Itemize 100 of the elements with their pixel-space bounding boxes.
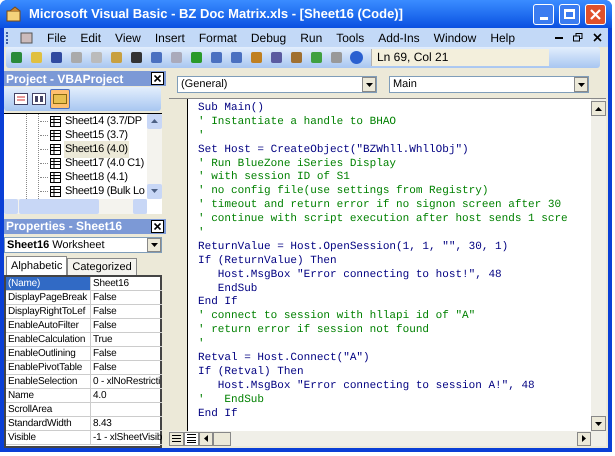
property-name[interactable]: (Name)	[6, 276, 91, 291]
menu-item[interactable]: File	[40, 28, 74, 46]
right-arrow-icon	[582, 435, 586, 442]
property-value[interactable]: True	[91, 332, 162, 347]
worksheet-icon	[50, 158, 62, 170]
vertical-scrollbar[interactable]	[147, 114, 162, 199]
property-name[interactable]: EnableCalculation	[6, 332, 91, 347]
tree-item[interactable]: Sheet14 (3.7/DP	[64, 114, 143, 130]
scroll-up-button[interactable]	[591, 101, 606, 116]
close-button[interactable]	[151, 220, 164, 233]
code-line: Host.MsgBox "Error connecting to session A!", 48	[216, 380, 536, 394]
procedure-view-button[interactable]	[169, 432, 184, 446]
property-name[interactable]: DisplayPageBreak	[6, 290, 91, 305]
scroll-up-button[interactable]	[147, 114, 162, 129]
property-name[interactable]: EnableSelection	[6, 374, 91, 389]
up-arrow-icon	[595, 106, 602, 110]
tab[interactable]: Alphabetic	[6, 256, 68, 275]
horizontal-scrollbar[interactable]	[4, 198, 147, 214]
object-dropdown[interactable]: (General)	[177, 76, 377, 93]
scroll-down-button[interactable]	[591, 416, 606, 431]
code-comment: ' EndSub	[198, 394, 266, 408]
code-comment: '	[198, 130, 206, 144]
menu-item[interactable]: Edit	[73, 28, 108, 46]
property-name[interactable]: EnableOutlining	[6, 346, 91, 361]
minimize-icon[interactable]	[555, 36, 563, 38]
menu-item[interactable]: Add-Ins	[371, 28, 427, 46]
menu-item[interactable]: Run	[293, 28, 330, 46]
code-line: Sub Main()	[198, 102, 266, 116]
property-name[interactable]: ScrollArea	[6, 402, 91, 417]
property-value[interactable]: 0 - xlNoRestricti	[91, 374, 162, 389]
property-value[interactable]: False	[91, 346, 162, 361]
close-icon[interactable]	[593, 33, 602, 42]
code-line: End If	[198, 408, 239, 422]
maximize-button[interactable]	[559, 4, 580, 24]
menu-item[interactable]: Help	[483, 28, 522, 46]
tree-item[interactable]: Sheet16 (4.0)	[64, 141, 129, 158]
code-line: Retval = Host.Connect("A")	[198, 352, 371, 366]
tree-item[interactable]: Sheet15 (3.7)	[64, 127, 129, 144]
scroll-thumb[interactable]	[213, 432, 231, 446]
property-value[interactable]: 4.0	[91, 388, 162, 403]
scroll-left-button[interactable]	[199, 432, 213, 446]
code-line: End If	[198, 296, 239, 310]
property-value[interactable]: False	[91, 318, 162, 333]
property-name[interactable]: EnableAutoFilter	[6, 318, 91, 333]
position-display: Ln 69, Col 21	[371, 49, 549, 66]
scroll-right-button[interactable]	[577, 432, 591, 446]
restore-icon[interactable]	[573, 33, 583, 42]
code-comment: ' with session ID of S1	[198, 171, 351, 185]
scroll-thumb[interactable]	[19, 198, 99, 214]
code-comment: ' no config file(use settings from Registry)	[198, 185, 490, 199]
view-object-icon[interactable]	[32, 92, 46, 105]
property-value[interactable]: False	[91, 304, 162, 319]
tree-item[interactable]: Sheet17 (4.0 C1)	[64, 155, 145, 172]
code-line: EndSub	[216, 282, 258, 296]
menu-item[interactable]: Debug	[244, 28, 294, 46]
code-comment: ' continue with script execution after host sends 1 scre	[198, 213, 569, 227]
code-line: If (Retval) Then	[198, 366, 305, 380]
object-dropdown[interactable]: Sheet16 Worksheet	[4, 236, 162, 253]
vertical-scrollbar[interactable]	[591, 99, 606, 431]
code-line: If (ReturnValue) Then	[198, 254, 338, 269]
property-value[interactable]: False	[91, 290, 162, 305]
menu-item[interactable]: Insert	[148, 28, 192, 46]
tree-item[interactable]: Sheet19 (Bulk Lo	[64, 183, 146, 199]
minimize-button[interactable]	[533, 4, 554, 24]
code-comment: ' Run BlueZone iSeries Display	[198, 158, 398, 171]
left-arrow-icon	[204, 435, 208, 442]
tree-item[interactable]: Sheet18 (4.1)	[64, 169, 129, 186]
code-comment: ' Instantiate a handle to BHAO	[198, 116, 398, 130]
property-value[interactable]: False	[91, 360, 162, 375]
property-name[interactable]: StandardWidth	[6, 416, 91, 431]
worksheet-icon	[50, 186, 62, 198]
window-title: Microsoft Visual Basic - BZ Doc Matrix.xls - [Sheet16 (Code)]	[29, 5, 404, 24]
pane-title: Project - VBAProject	[6, 70, 124, 88]
menu-item[interactable]: Window	[426, 28, 484, 46]
toggle-folders-button[interactable]	[50, 88, 70, 109]
view-code-icon[interactable]	[14, 92, 28, 105]
folder-icon	[53, 94, 67, 104]
menu-item[interactable]: Format	[192, 28, 244, 46]
close-button[interactable]	[151, 72, 164, 85]
property-value[interactable]: Sheet16	[91, 276, 162, 291]
code-comment: '	[198, 227, 206, 241]
menu-item[interactable]: Tools	[329, 28, 372, 46]
code-line: Set Host = CreateObject("BZWhll.WhllObj")	[198, 144, 470, 158]
tab[interactable]: Categorized	[67, 258, 137, 275]
close-icon	[590, 8, 601, 20]
property-name[interactable]: EnablePivotTable	[6, 360, 91, 375]
property-name[interactable]: Name	[6, 388, 91, 403]
worksheet-icon	[50, 116, 62, 128]
document-icon	[20, 30, 34, 44]
worksheet-icon	[50, 130, 62, 142]
menu-item[interactable]: View	[108, 28, 148, 46]
lines-icon	[172, 435, 181, 442]
procedure-dropdown[interactable]: Main	[389, 76, 589, 93]
property-name[interactable]: Visible	[6, 430, 91, 445]
full-module-view-button[interactable]	[184, 432, 199, 446]
property-value[interactable]: 8.43	[91, 416, 162, 431]
property-name[interactable]: DisplayRightToLef	[6, 304, 91, 319]
code-comment: ' timeout and return error if no signon screen after 30	[198, 199, 562, 213]
code-comment: ' connect to session with hllapi id of "A"	[198, 310, 476, 324]
code-line: Host.MsgBox "Error connecting to host!", 48	[216, 268, 503, 283]
